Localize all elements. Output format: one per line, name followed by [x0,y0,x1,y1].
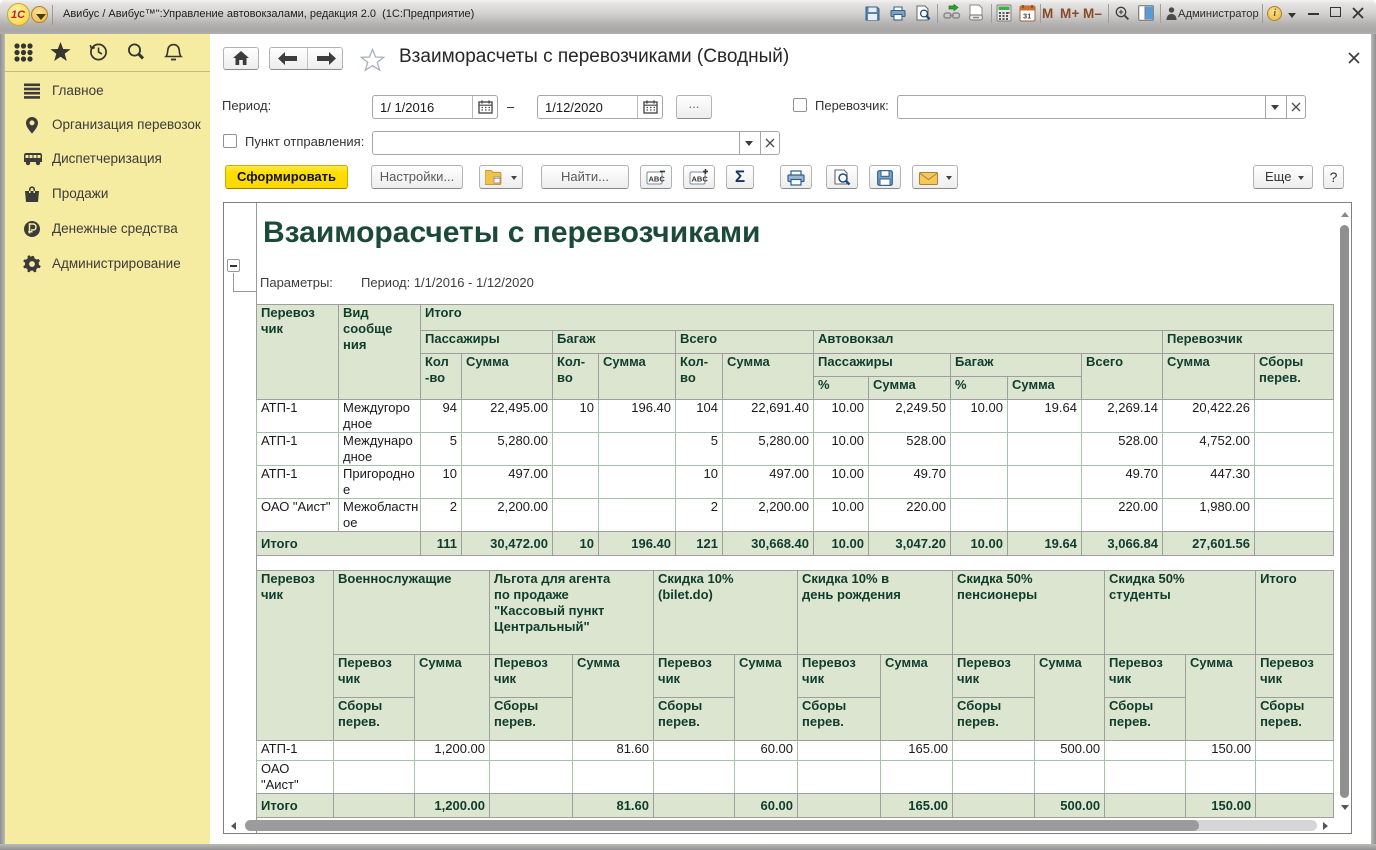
svg-text:ABC: ABC [649,175,666,184]
svg-text:31: 31 [1023,12,1031,21]
svg-text:ABC: ABC [692,175,709,184]
